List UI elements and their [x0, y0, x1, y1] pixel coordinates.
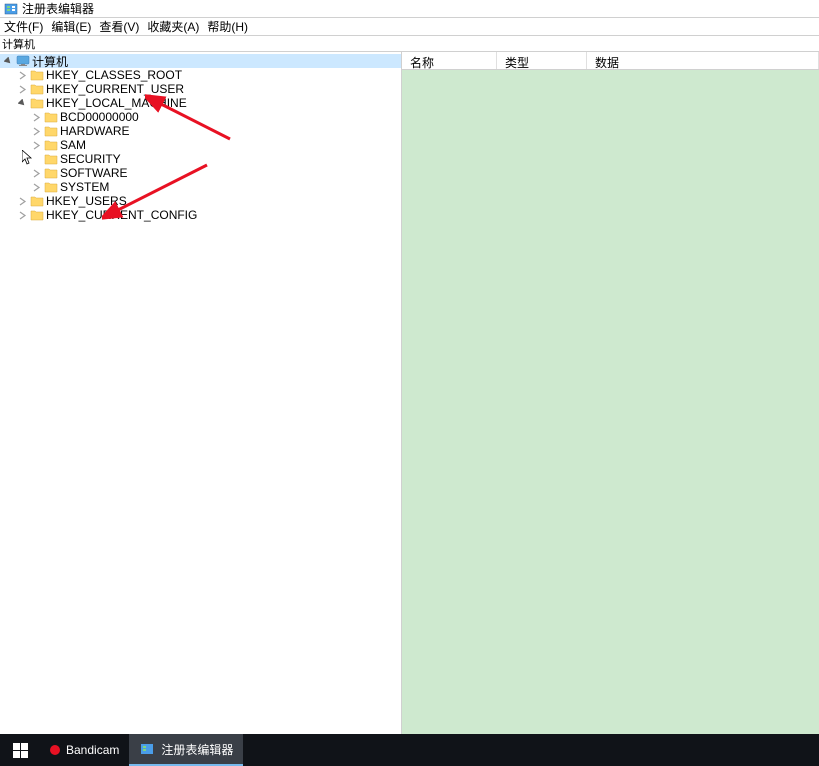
tree-label: SAM	[60, 138, 86, 152]
folder-icon	[30, 69, 44, 81]
tree-label: 计算机	[32, 53, 68, 70]
column-header-type[interactable]: 类型	[497, 52, 587, 69]
folder-icon	[44, 139, 58, 151]
tree-item[interactable]: BCD00000000	[0, 110, 401, 124]
menu-help[interactable]: 帮助(H)	[207, 18, 248, 35]
list-panel[interactable]: 名称 类型 数据	[402, 52, 819, 734]
tree-label: HARDWARE	[60, 124, 130, 138]
tree-label: SYSTEM	[60, 180, 109, 194]
tree-item[interactable]: HARDWARE	[0, 124, 401, 138]
tree-item[interactable]: SECURITY	[0, 152, 401, 166]
taskbar-item-regedit[interactable]: 注册表编辑器	[129, 734, 243, 766]
list-body[interactable]	[402, 70, 819, 734]
tree-label: HKEY_USERS	[46, 194, 127, 208]
expand-toggle[interactable]	[16, 69, 28, 81]
tree-label: BCD00000000	[60, 110, 139, 124]
tree-label: SOFTWARE	[60, 166, 128, 180]
tree-item[interactable]: HKEY_CURRENT_CONFIG	[0, 208, 401, 222]
tree-label: HKEY_CURRENT_CONFIG	[46, 208, 197, 222]
expand-toggle[interactable]	[16, 195, 28, 207]
expand-toggle[interactable]	[30, 153, 42, 165]
taskbar-label: Bandicam	[66, 743, 119, 757]
list-header: 名称 类型 数据	[402, 52, 819, 70]
menu-view[interactable]: 查看(V)	[99, 18, 139, 35]
taskbar: Bandicam 注册表编辑器	[0, 734, 819, 766]
menu-edit[interactable]: 编辑(E)	[51, 18, 91, 35]
column-header-name[interactable]: 名称	[402, 52, 497, 69]
tree-item[interactable]: HKEY_CURRENT_USER	[0, 82, 401, 96]
expand-toggle[interactable]	[30, 111, 42, 123]
expand-toggle[interactable]	[30, 139, 42, 151]
record-icon	[50, 745, 60, 755]
folder-icon	[44, 153, 58, 165]
folder-icon	[30, 97, 44, 109]
tree-label: HKEY_CLASSES_ROOT	[46, 68, 182, 82]
tree-item[interactable]: SYSTEM	[0, 180, 401, 194]
column-header-data[interactable]: 数据	[587, 52, 819, 69]
titlebar: 注册表编辑器	[0, 0, 819, 18]
folder-icon	[30, 209, 44, 221]
tree-item[interactable]: SOFTWARE	[0, 166, 401, 180]
expand-toggle[interactable]	[16, 209, 28, 221]
expand-toggle[interactable]	[30, 125, 42, 137]
tree-root[interactable]: 计算机	[0, 54, 401, 68]
folder-icon	[44, 181, 58, 193]
tree-label: SECURITY	[60, 152, 121, 166]
computer-icon	[16, 55, 30, 67]
expand-toggle[interactable]	[30, 181, 42, 193]
address-path: 计算机	[2, 36, 35, 52]
menubar: 文件(F) 编辑(E) 查看(V) 收藏夹(A) 帮助(H)	[0, 18, 819, 36]
tree-label: HKEY_LOCAL_MACHINE	[46, 96, 187, 110]
menu-favorites[interactable]: 收藏夹(A)	[147, 18, 199, 35]
window-title: 注册表编辑器	[22, 0, 94, 17]
expand-toggle[interactable]	[16, 97, 28, 109]
tree-item[interactable]: HKEY_USERS	[0, 194, 401, 208]
start-button[interactable]	[0, 734, 40, 766]
tree: 计算机 HKEY_CLASSES_ROOTHKEY_CURRENT_USERHK…	[0, 52, 401, 224]
tree-panel[interactable]: 计算机 HKEY_CLASSES_ROOTHKEY_CURRENT_USERHK…	[0, 52, 402, 734]
folder-icon	[30, 83, 44, 95]
tree-item[interactable]: HKEY_CLASSES_ROOT	[0, 68, 401, 82]
menu-file[interactable]: 文件(F)	[4, 18, 43, 35]
folder-icon	[44, 125, 58, 137]
tree-label: HKEY_CURRENT_USER	[46, 82, 184, 96]
folder-icon	[44, 167, 58, 179]
taskbar-label: 注册表编辑器	[161, 741, 233, 758]
regedit-taskbar-icon	[139, 741, 155, 757]
folder-icon	[44, 111, 58, 123]
address-bar[interactable]: 计算机	[0, 36, 819, 52]
folder-icon	[30, 195, 44, 207]
expand-toggle[interactable]	[30, 167, 42, 179]
tree-item[interactable]: HKEY_LOCAL_MACHINE	[0, 96, 401, 110]
expand-toggle[interactable]	[2, 55, 14, 67]
taskbar-item-bandicam[interactable]: Bandicam	[40, 734, 129, 766]
regedit-app-icon	[4, 2, 18, 16]
expand-toggle[interactable]	[16, 83, 28, 95]
tree-item[interactable]: SAM	[0, 138, 401, 152]
main-area: 计算机 HKEY_CLASSES_ROOTHKEY_CURRENT_USERHK…	[0, 52, 819, 734]
